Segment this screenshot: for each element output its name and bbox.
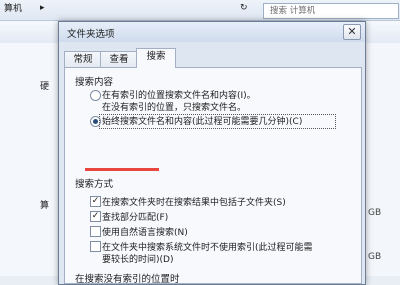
checkbox-include-subfolders[interactable]: ✓ bbox=[90, 196, 101, 207]
close-button[interactable]: ✕ bbox=[343, 24, 361, 40]
nav-hint-2: 算 bbox=[40, 201, 50, 211]
address-text[interactable]: 算机 bbox=[4, 2, 22, 17]
highlight-underline bbox=[85, 168, 159, 171]
radio-index-search-label-line2: 在没有索引的位置，只搜索文件名。 bbox=[102, 103, 247, 113]
tab-search[interactable]: 搜索 bbox=[136, 48, 176, 68]
size-label-2: GB bbox=[368, 252, 382, 262]
search-box[interactable]: 搜索 计算机 bbox=[263, 3, 399, 19]
explorer-content-pane: GB GB bbox=[360, 43, 400, 276]
checkbox-partial-match-label[interactable]: 查找部分匹配(F) bbox=[102, 210, 168, 223]
refresh-icon[interactable]: ↻ bbox=[240, 3, 248, 13]
search-content-heading: 搜索内容 bbox=[75, 77, 114, 88]
checkbox-natural-language-label[interactable]: 使用自然语言搜索(N) bbox=[102, 225, 188, 238]
checkbox-include-subfolders-label[interactable]: 在搜索文件夹时在搜索结果中包括子文件夹(S) bbox=[102, 195, 286, 208]
search-method-heading: 搜索方式 bbox=[75, 179, 114, 190]
checkbox-no-index-system[interactable] bbox=[90, 241, 101, 252]
nav-hint-1: 硬 bbox=[40, 82, 50, 92]
checkbox-no-index-system-label-line2: 要较长的时间)(D) bbox=[102, 255, 174, 265]
folder-options-dialog: 文件夹选项 ✕ 常规 查看 搜索 搜索内容 在有索引的位置搜索文件名和内容(I)… bbox=[58, 21, 366, 285]
address-chevron-icon[interactable]: ▸ bbox=[40, 3, 45, 13]
size-label-1: GB bbox=[368, 208, 382, 218]
radio-always-search-label[interactable]: 始终搜索文件名和内容(此过程可能需要几分钟)(C) bbox=[102, 114, 302, 127]
checkbox-partial-match[interactable]: ✓ bbox=[90, 211, 101, 222]
dialog-title: 文件夹选项 bbox=[67, 29, 115, 40]
explorer-address-bar: 算机 ▸ ↻ 搜索 计算机 bbox=[0, 0, 400, 21]
non-indexed-heading: 在搜索没有索引的位置时 bbox=[75, 274, 180, 285]
search-tab-panel: 搜索内容 在有索引的位置搜索文件名和内容(I)。 在没有索引的位置，只搜索文件名… bbox=[64, 67, 362, 285]
checkbox-natural-language[interactable] bbox=[90, 226, 101, 237]
search-placeholder: 搜索 计算机 bbox=[270, 6, 316, 16]
tab-general[interactable]: 常规 bbox=[64, 51, 102, 67]
explorer-nav-pane: 硬 算 bbox=[0, 43, 62, 276]
dialog-titlebar[interactable]: 文件夹选项 ✕ bbox=[59, 22, 365, 42]
radio-index-search[interactable] bbox=[90, 90, 101, 101]
tab-view[interactable]: 查看 bbox=[100, 51, 138, 67]
